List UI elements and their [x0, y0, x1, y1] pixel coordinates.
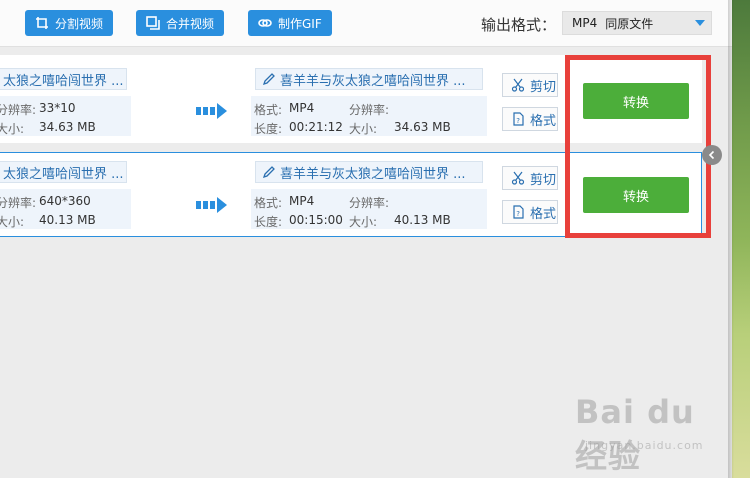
svg-text:?: ? [516, 117, 520, 125]
resolution-label: 分辨率: [349, 196, 390, 210]
output-info: 格式: MP4 分辨率: 长度: 00:15:00 大小: 40.13 MB [251, 189, 487, 229]
output-file-name-text: 喜羊羊与灰太狼之嘻哈闯世界 ... [280, 166, 466, 182]
source-res-value: 640*360 [39, 194, 91, 208]
format-label: 格式: [254, 103, 283, 117]
scroll-left-icon[interactable] [702, 145, 722, 165]
output-format-label: 输出格式： [481, 16, 557, 34]
document-question-icon: ? [513, 205, 524, 219]
cut-button[interactable]: 剪切 [502, 73, 558, 97]
pencil-icon [262, 73, 275, 86]
split-video-label: 分割视频 [55, 16, 104, 31]
watermark: Bai du 经验 jingyan.baidu.com [575, 393, 732, 477]
make-gif-label: 制作GIF [278, 16, 322, 31]
make-gif-button[interactable]: 制作GIF [248, 10, 332, 36]
source-res-value: 33*10 [39, 101, 76, 115]
format-value: MP4 [289, 194, 315, 208]
crop-icon [36, 17, 48, 29]
source-size-label: 大小: [0, 122, 25, 136]
svg-text:?: ? [516, 210, 520, 218]
format-label: 格式: [254, 196, 283, 210]
scissors-icon [511, 171, 525, 185]
source-size-label: 大小: [0, 215, 25, 229]
length-value: 00:21:12 [289, 120, 343, 134]
source-file-name-text: 太狼之嘻哈闯世界 ... [3, 166, 124, 182]
format-button-label: 格式 [530, 113, 557, 129]
output-info: 格式: MP4 分辨率: 长度: 00:21:12 大小: 34.63 MB [251, 96, 487, 136]
scissors-icon [511, 78, 525, 92]
dropdown-caret-icon [695, 20, 705, 26]
source-file-name[interactable]: 太狼之嘻哈闯世界 ... [0, 161, 127, 183]
format-button[interactable]: ? 格式 [502, 200, 558, 224]
chevron-left-icon [708, 150, 715, 160]
format-button-label: 格式 [530, 206, 557, 222]
format-value: MP4 [289, 101, 315, 115]
watermark-brand: Bai du 经验 [575, 393, 695, 475]
source-file-name[interactable]: 太狼之嘻哈闯世界 ... [0, 68, 127, 90]
window-shadow [728, 0, 734, 478]
size-label: 大小: [349, 215, 378, 229]
length-label: 长度: [254, 122, 283, 136]
cut-button[interactable]: 剪切 [502, 166, 558, 190]
convert-arrow-icon [196, 103, 227, 119]
source-res-label: 分辨率: [0, 103, 37, 117]
document-question-icon: ? [513, 112, 524, 126]
output-file-name[interactable]: 喜羊羊与灰太狼之嘻哈闯世界 ... [255, 161, 483, 183]
length-label: 长度: [254, 215, 283, 229]
link-icon [258, 19, 272, 27]
size-value: 34.63 MB [394, 120, 451, 134]
pencil-icon [262, 166, 275, 179]
watermark-url: jingyan.baidu.com [585, 439, 704, 452]
length-value: 00:15:00 [289, 213, 343, 227]
highlight-box [565, 55, 711, 238]
source-info: 分辨率: 640*360 大小: 40.13 MB [0, 189, 131, 229]
output-file-name-text: 喜羊羊与灰太狼之嘻哈闯世界 ... [280, 73, 466, 89]
output-format-select[interactable]: MP4 同原文件 [562, 11, 712, 35]
size-label: 大小: [349, 122, 378, 136]
merge-video-label: 合并视频 [166, 16, 215, 31]
source-res-label: 分辨率: [0, 196, 37, 210]
source-size-value: 40.13 MB [39, 213, 96, 227]
merge-video-button[interactable]: 合并视频 [136, 10, 225, 36]
source-size-value: 34.63 MB [39, 120, 96, 134]
source-info: 分辨率: 33*10 大小: 34.63 MB [0, 96, 131, 136]
merge-icon [146, 16, 160, 30]
output-format-value: MP4 [572, 16, 598, 30]
format-button[interactable]: ? 格式 [502, 107, 558, 131]
convert-arrow-icon [196, 197, 227, 213]
toolbar: 分割视频 合并视频 制作GIF 输出格式： MP4 同原文件 [0, 0, 732, 47]
resolution-label: 分辨率: [349, 103, 390, 117]
cut-label: 剪切 [530, 172, 557, 188]
desktop-background [732, 0, 750, 478]
cut-label: 剪切 [530, 79, 557, 95]
converter-window: 分割视频 合并视频 制作GIF 输出格式： MP4 同原文件 太狼之嘻哈闯世界 … [0, 0, 732, 478]
output-dir-value: 同原文件 [605, 16, 654, 31]
split-video-button[interactable]: 分割视频 [25, 10, 114, 36]
size-value: 40.13 MB [394, 213, 451, 227]
source-file-name-text: 太狼之嘻哈闯世界 ... [3, 73, 124, 89]
output-file-name[interactable]: 喜羊羊与灰太狼之嘻哈闯世界 ... [255, 68, 483, 90]
